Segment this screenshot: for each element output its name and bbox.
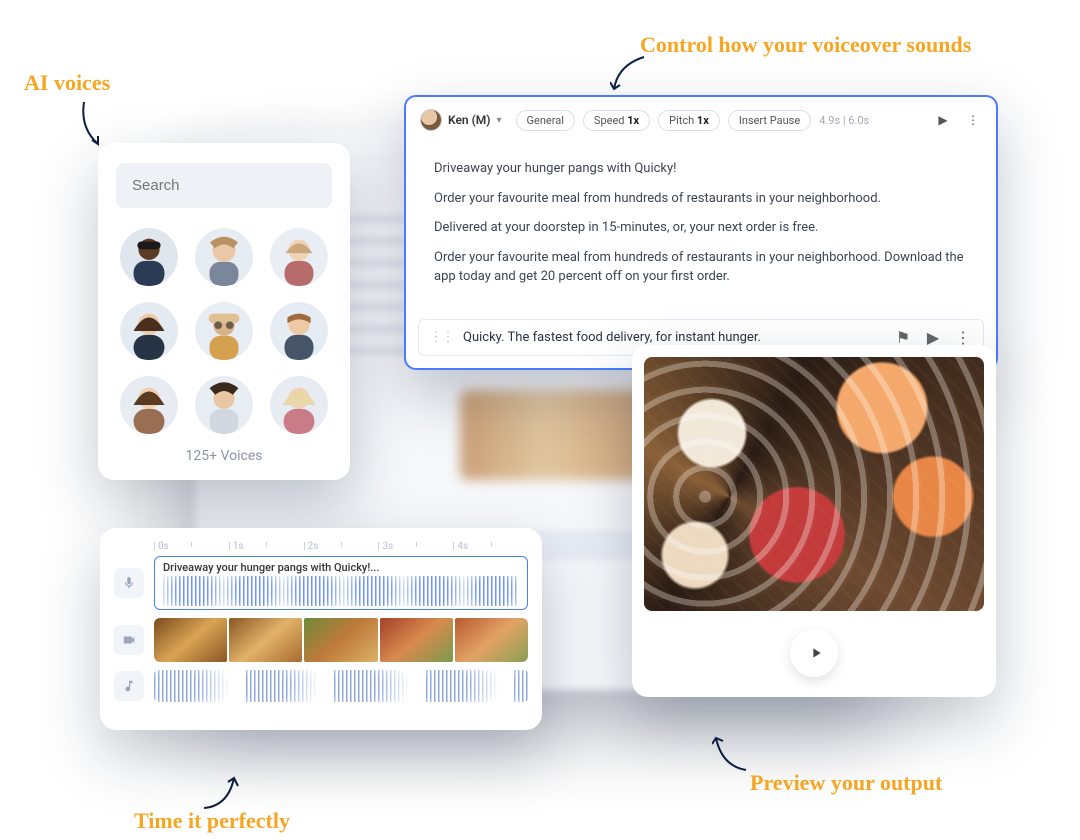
flag-icon[interactable]: ⚑ [893, 328, 913, 347]
preview-frame [644, 357, 984, 611]
current-line-text: Quicky. The fastest food delivery, for i… [463, 330, 883, 345]
script-line: Order your favourite meal from hundreds … [434, 189, 968, 209]
chevron-down-icon: ▾ [496, 115, 501, 126]
voice-avatar[interactable] [270, 228, 328, 286]
connector-arrow [712, 732, 752, 774]
voice-avatar[interactable] [120, 302, 178, 360]
editor-toolbar: Ken (M) ▾ General Speed 1x Pitch 1x Inse… [406, 97, 996, 143]
pitch-chip[interactable]: Pitch 1x [658, 110, 720, 131]
preview-play-button[interactable] [790, 629, 838, 677]
mic-icon [114, 568, 144, 598]
speed-chip[interactable]: Speed 1x [583, 110, 650, 131]
drag-handle-icon[interactable]: ⋮⋮ [429, 329, 453, 345]
video-track[interactable] [114, 618, 528, 662]
voice-avatar-mini [420, 109, 442, 131]
voice-avatar[interactable] [120, 228, 178, 286]
voice-avatar[interactable] [195, 302, 253, 360]
style-chip[interactable]: General [516, 110, 575, 131]
voiceover-editor: Ken (M) ▾ General Speed 1x Pitch 1x Inse… [404, 95, 998, 370]
script-line: Driveaway your hunger pangs with Quicky! [434, 159, 968, 179]
music-icon [114, 671, 144, 701]
voice-avatar[interactable] [195, 376, 253, 434]
voice-avatar[interactable] [270, 376, 328, 434]
music-track[interactable] [114, 670, 528, 702]
script-line: Delivered at your doorstep in 15-minutes… [434, 218, 968, 238]
annotation-preview: Preview your output [750, 770, 942, 796]
voice-name-label: Ken (M) [448, 113, 490, 127]
script-body[interactable]: Driveaway your hunger pangs with Quicky!… [406, 143, 996, 311]
play-icon[interactable]: ▶ [923, 328, 943, 347]
preview-panel [632, 345, 996, 697]
connector-arrow [78, 100, 108, 150]
voice-avatar[interactable] [120, 376, 178, 434]
music-waveform [154, 670, 528, 702]
voice-selector[interactable]: Ken (M) ▾ [418, 107, 508, 133]
search-input[interactable] [116, 163, 332, 208]
more-icon[interactable]: ⋮ [962, 113, 984, 127]
voices-panel: 125+ Voices [98, 143, 350, 480]
video-thumbnails[interactable] [154, 618, 528, 662]
voices-count-label: 125+ Voices [116, 448, 332, 464]
more-icon[interactable]: ⋮ [953, 328, 973, 347]
voice-avatar-grid [118, 228, 330, 434]
clip-label: Driveaway your hunger pangs with Quicky!… [163, 561, 519, 574]
waveform [163, 576, 519, 606]
video-icon [114, 625, 144, 655]
play-icon[interactable]: ▶ [932, 113, 954, 127]
timeline-panel: 0s 1s 2s 3s 4s Driveaway your hunger pan… [100, 528, 542, 730]
audio-track[interactable]: Driveaway your hunger pangs with Quicky!… [114, 556, 528, 610]
voice-avatar[interactable] [195, 228, 253, 286]
time-ruler: 0s 1s 2s 3s 4s [114, 542, 528, 548]
connector-arrow [200, 772, 240, 812]
connector-arrow [610, 55, 650, 95]
voice-avatar[interactable] [270, 302, 328, 360]
time-readout: 4.9s | 6.0s [819, 114, 869, 127]
annotation-voices: AI voices [24, 70, 110, 96]
script-line: Order your favourite meal from hundreds … [434, 248, 968, 287]
audio-clip[interactable]: Driveaway your hunger pangs with Quicky!… [154, 556, 528, 610]
annotation-control: Control how your voiceover sounds [640, 32, 971, 58]
insert-pause-chip[interactable]: Insert Pause [728, 110, 811, 131]
